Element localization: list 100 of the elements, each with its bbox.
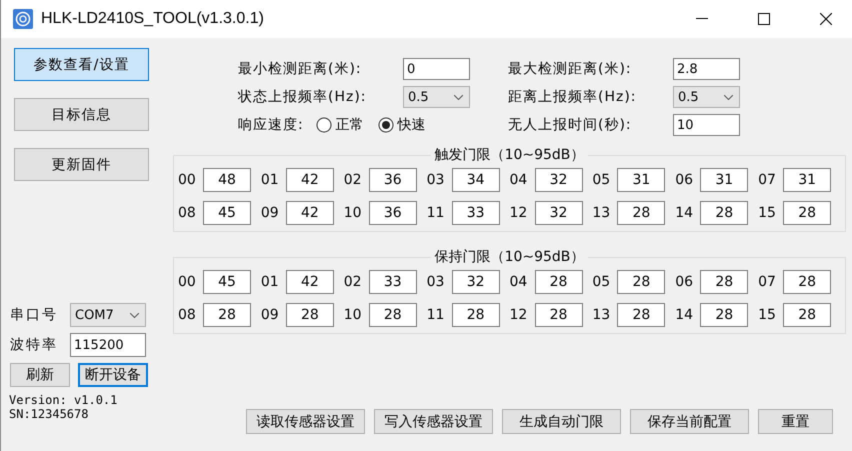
minimize-icon[interactable] (696, 18, 708, 20)
gate-index: 11 (426, 307, 446, 323)
serial-button[interactable]: 断开设备 (78, 363, 148, 387)
gate-index: 10 (344, 307, 363, 323)
param-label: 无人上报时间(秒): (508, 116, 633, 134)
gate-index: 03 (426, 274, 446, 290)
close-icon[interactable] (820, 13, 832, 25)
action-button[interactable]: 重置 (758, 409, 833, 434)
gate-field[interactable]: 45 (203, 201, 251, 225)
gate-field[interactable]: 32 (452, 270, 500, 294)
action-button[interactable]: 读取传感器设置 (246, 409, 365, 434)
gate-index: 04 (510, 274, 528, 290)
gate-field[interactable]: 28 (700, 270, 748, 294)
gate-index: 11 (426, 205, 446, 221)
gate-index: 07 (758, 172, 777, 188)
gate-field[interactable]: 28 (617, 201, 666, 225)
gate-field[interactable]: 28 (368, 303, 417, 327)
gate-index: 02 (344, 274, 363, 290)
gate-field[interactable]: 28 (617, 303, 666, 327)
gate-index: 03 (426, 172, 446, 188)
gate-field[interactable]: 28 (286, 303, 334, 327)
gate-field[interactable]: 32 (534, 168, 582, 192)
gate-field[interactable]: 33 (452, 201, 500, 225)
gate-field[interactable]: 42 (286, 168, 334, 192)
gate-field[interactable]: 42 (286, 270, 334, 294)
gate-index: 14 (675, 307, 694, 323)
gate-index: 12 (510, 307, 528, 323)
gate-field[interactable]: 28 (203, 303, 251, 327)
gate-index: 01 (260, 172, 280, 188)
gate-field[interactable]: 28 (783, 201, 832, 225)
gate-field[interactable]: 36 (368, 201, 417, 225)
gate-index: 05 (592, 274, 612, 290)
nav-button[interactable]: 参数查看/设置 (14, 48, 149, 81)
gate-field[interactable]: 28 (783, 270, 832, 294)
baud-field[interactable]: 115200 (70, 333, 146, 357)
gate-index: 02 (344, 172, 363, 188)
window-title: HLK-LD2410S_TOOL(v1.3.0.1) (41, 10, 264, 28)
version-text: Version: v1.0.1 (9, 393, 118, 407)
baud-label: 波特率 (10, 336, 59, 354)
gate-field[interactable]: 33 (368, 270, 417, 294)
radio-option[interactable]: 正常 (316, 116, 364, 134)
gate-field[interactable]: 28 (617, 270, 666, 294)
param-label: 响应速度: (238, 116, 304, 134)
gate-field[interactable]: 28 (534, 303, 582, 327)
radio-option[interactable]: 快速 (378, 116, 426, 134)
param-field[interactable]: 2.8 (673, 58, 740, 80)
serial-number-text: SN:12345678 (9, 407, 90, 421)
gate-field[interactable]: 28 (700, 303, 748, 327)
param-field[interactable]: 0 (403, 58, 470, 80)
port-select[interactable]: COM7 (70, 303, 146, 327)
gate-index: 15 (758, 307, 777, 323)
gate-field[interactable]: 28 (452, 303, 500, 327)
gate-field[interactable]: 28 (783, 303, 832, 327)
gate-index: 12 (510, 205, 528, 221)
chevron-down-icon (724, 94, 733, 100)
chevron-down-icon (130, 312, 139, 318)
gate-field[interactable]: 28 (700, 201, 748, 225)
nav-button[interactable]: 更新固件 (14, 148, 149, 181)
chevron-down-icon (454, 94, 463, 100)
param-select[interactable]: 0.5 (673, 86, 740, 108)
maximize-icon[interactable] (758, 13, 770, 25)
gate-field[interactable]: 32 (534, 201, 582, 225)
action-button[interactable]: 生成自动门限 (502, 409, 621, 434)
gate-field[interactable]: 31 (617, 168, 666, 192)
action-button[interactable]: 写入传感器设置 (374, 409, 493, 434)
param-label: 最小检测距离(米): (238, 60, 363, 78)
gate-index: 00 (178, 172, 197, 188)
gate-field[interactable]: 45 (203, 270, 251, 294)
param-field[interactable]: 10 (673, 114, 740, 136)
action-button[interactable]: 保存当前配置 (630, 409, 749, 434)
gate-field[interactable]: 31 (783, 168, 832, 192)
gate-index: 07 (758, 274, 777, 290)
gate-index: 08 (178, 307, 197, 323)
gate-index: 15 (758, 205, 777, 221)
gate-index: 08 (178, 205, 197, 221)
gate-field[interactable]: 42 (286, 201, 334, 225)
gate-field[interactable]: 34 (452, 168, 500, 192)
gate-index: 10 (344, 205, 363, 221)
gate-index: 09 (260, 307, 280, 323)
gate-index: 06 (675, 274, 694, 290)
gate-index: 13 (592, 205, 612, 221)
param-label: 状态上报频率(Hz): (238, 88, 368, 106)
param-select[interactable]: 0.5 (403, 86, 470, 108)
gate-field[interactable]: 36 (368, 168, 417, 192)
gate-index: 01 (260, 274, 280, 290)
nav-button[interactable]: 目标信息 (14, 98, 149, 131)
gate-index: 06 (675, 172, 694, 188)
gate-field[interactable]: 48 (203, 168, 251, 192)
group-title: 触发门限（10~95dB） (434, 146, 586, 164)
gate-index: 14 (675, 205, 694, 221)
gate-index: 13 (592, 307, 612, 323)
app-icon (13, 9, 33, 29)
group-title: 保持门限（10~95dB） (434, 248, 586, 266)
param-label: 最大检测距离(米): (508, 60, 633, 78)
gate-field[interactable]: 31 (700, 168, 748, 192)
port-label: 串口号 (10, 306, 59, 324)
gate-index: 04 (510, 172, 528, 188)
gate-field[interactable]: 28 (534, 270, 582, 294)
serial-button[interactable]: 刷新 (10, 363, 70, 387)
param-label: 距离上报频率(Hz): (508, 88, 638, 106)
